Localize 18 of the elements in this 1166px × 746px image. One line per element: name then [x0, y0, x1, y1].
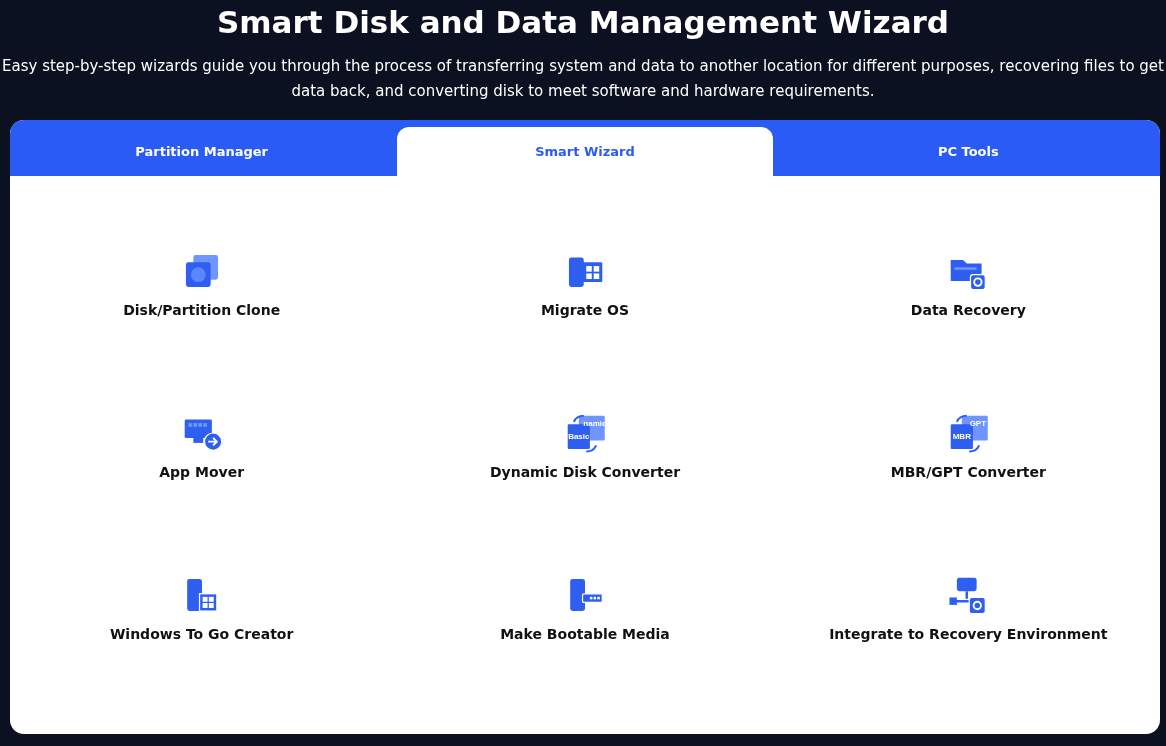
- tool-link[interactable]: Windows To Go Creator: [109, 626, 294, 642]
- tool-link[interactable]: Migrate OS: [540, 302, 630, 318]
- tool-link[interactable]: Make Bootable Media: [500, 626, 670, 642]
- icon-label: namic: [583, 418, 606, 428]
- tool-link[interactable]: Data Recovery: [910, 302, 1026, 318]
- tab[interactable]: PC Tools: [780, 127, 1156, 176]
- icon-label: Basic: [568, 432, 590, 442]
- tool-link[interactable]: MBR/GPT Converter: [890, 464, 1046, 480]
- tab[interactable]: Smart Wizard: [397, 127, 773, 176]
- tool-link[interactable]: App Mover: [159, 464, 245, 480]
- icon-label: MBR: [953, 432, 972, 442]
- tool-link[interactable]: Dynamic Disk Converter: [489, 464, 681, 480]
- tab[interactable]: Partition Manager: [14, 127, 390, 176]
- page-subtitle: Easy step-by-step wizards guide you through the process of transferring system and data to another location for different purposes, recovering files to get data back, and converting disk to meet software and hardware requirements.: [1, 56, 1165, 102]
- tool-link[interactable]: Disk/Partition Clone: [123, 302, 281, 318]
- page-title: Smart Disk and Data Management Wizard: [215, 3, 951, 42]
- tool-link[interactable]: Integrate to Recovery Environment: [829, 626, 1108, 642]
- icon-label: GPT: [969, 418, 987, 428]
